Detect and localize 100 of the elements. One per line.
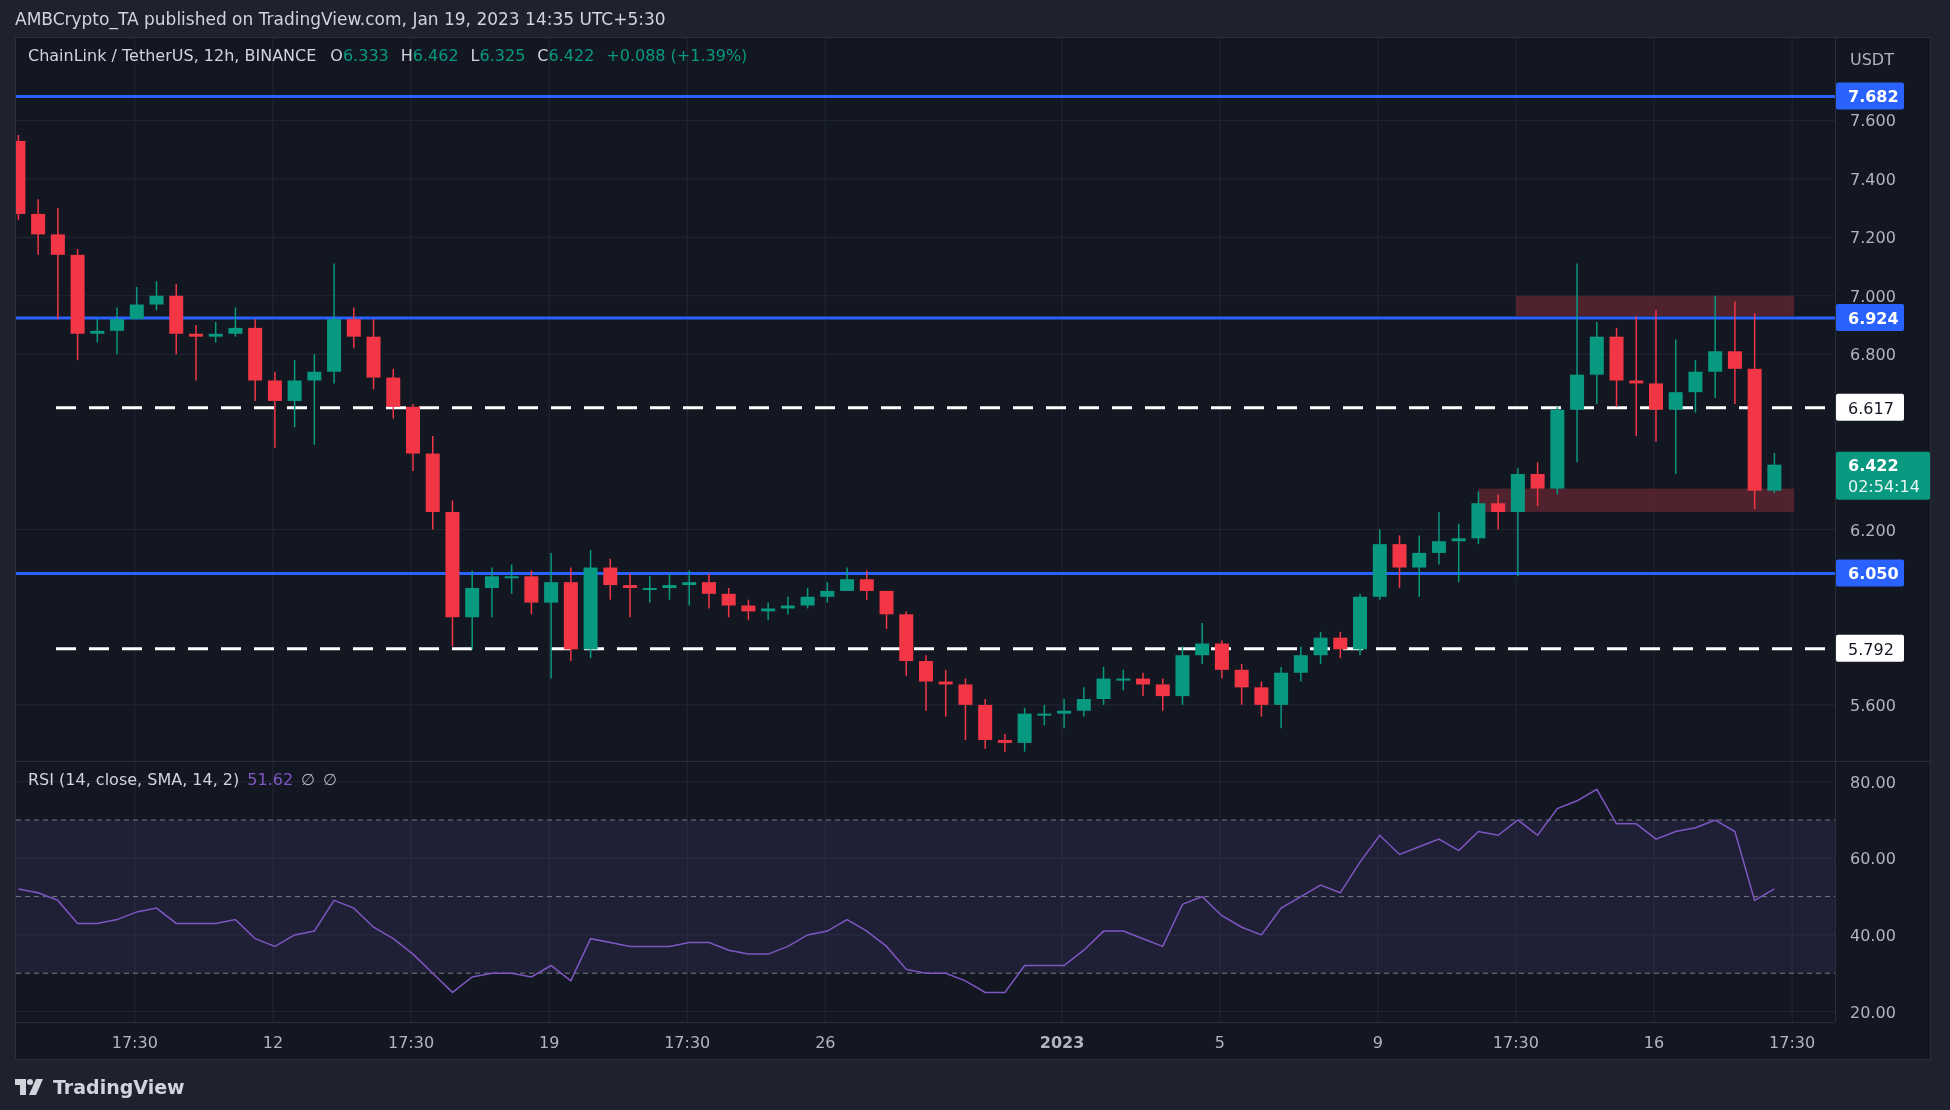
price-tag: 6.617 [1836, 393, 1904, 421]
indicator-title: RSI (14, close, SMA, 14, 2) [28, 770, 240, 789]
indicator-value: 51.62 [247, 770, 294, 789]
price-tag: 5.792 [1836, 634, 1904, 662]
candlestick [623, 572, 638, 618]
price-axis-label: 6.800 [1850, 345, 1896, 365]
time-axis-label: 17:30 [1492, 1033, 1539, 1052]
ref-line-label: 5.792 [1848, 639, 1894, 659]
candlestick [919, 654, 933, 712]
brand-name: TradingView [53, 1075, 185, 1098]
candlestick [1214, 639, 1229, 680]
candlestick [504, 563, 519, 595]
candlestick [1175, 645, 1190, 706]
candlestick [879, 590, 894, 630]
price-tag: 7.682 [1836, 82, 1904, 110]
candlestick [859, 569, 874, 601]
candlestick [1688, 359, 1703, 414]
candlestick [406, 403, 420, 472]
candlestick [1491, 493, 1506, 531]
price-axis-label: 5.600 [1850, 695, 1896, 715]
candlestick [701, 572, 716, 610]
candlestick [840, 566, 855, 592]
time-axis-label: 26 [815, 1033, 836, 1052]
indicator-extra: ∅ [301, 770, 315, 789]
candlestick [780, 596, 795, 616]
candlestick [1767, 452, 1782, 494]
candlestick [1017, 707, 1032, 753]
candlestick [662, 572, 677, 601]
candlestick [1037, 704, 1052, 727]
time-axis-label: 5 [1214, 1033, 1226, 1052]
candlestick [1155, 677, 1170, 712]
candlestick [800, 587, 815, 610]
candlestick [741, 598, 756, 621]
candlestick [938, 669, 953, 718]
price-axis-label: 7.000 [1850, 286, 1896, 306]
candlestick [1451, 522, 1466, 583]
candlestick [346, 306, 361, 350]
publisher-caption: AMBCrypto_TA published on TradingView.com, Jan 19, 2023 14:35 UTC+5:30 [15, 8, 666, 29]
candlestick [1274, 666, 1289, 729]
candlestick [228, 306, 243, 338]
rsi-axis-label: 60.00 [1850, 849, 1896, 869]
time-axis-label: 12 [262, 1033, 284, 1052]
price-axis-label: 7.600 [1850, 111, 1896, 131]
time-axis-label: 17:30 [387, 1033, 435, 1052]
price-axis-label: 7.200 [1850, 228, 1896, 248]
rsi-axis-label: 80.00 [1850, 772, 1896, 792]
time-axis-label: 17:30 [1769, 1033, 1816, 1052]
candlestick [524, 569, 539, 616]
legend-key: L [470, 46, 480, 65]
rsi-axis-label: 20.00 [1850, 1002, 1896, 1022]
candlestick [1353, 593, 1368, 656]
time-axis-label: 9 [1372, 1033, 1383, 1052]
candlestick [188, 324, 203, 382]
candlestick [366, 318, 381, 390]
legend-key: O [330, 46, 343, 65]
indicator-extra: ∅ [323, 770, 337, 789]
candlestick [958, 677, 973, 741]
candlestick [484, 566, 499, 618]
symbol-title: ChainLink / TetherUS, 12h, BINANCE [28, 46, 317, 65]
candlestick [899, 610, 914, 677]
price-tag: 6.050 [1836, 559, 1904, 587]
ref-line-label: 6.050 [1848, 564, 1899, 584]
ref-line-label: 6.924 [1848, 308, 1899, 328]
candlestick [1234, 663, 1249, 706]
candlestick [1116, 669, 1131, 692]
candlestick [208, 321, 223, 344]
price-axis-label: 6.200 [1850, 520, 1896, 540]
candlestick [721, 587, 736, 618]
legend-value: 6.325 [479, 46, 526, 65]
candlestick [1431, 511, 1446, 566]
candlestick [1076, 686, 1091, 718]
candlestick [1057, 698, 1072, 729]
current-price-tag: 6.422 02:54:14 [1836, 451, 1930, 500]
candlestick [603, 558, 618, 601]
candlestick [90, 318, 105, 344]
candlestick [1392, 534, 1407, 589]
price-axis-label: 7.400 [1850, 169, 1896, 189]
candlestick [820, 581, 835, 604]
candlestick [1313, 631, 1328, 665]
price-change: +0.088 (+1.39%) [606, 46, 748, 65]
candlestick [1293, 645, 1308, 683]
legend-key: H [400, 46, 413, 65]
candlestick [997, 733, 1012, 753]
candlestick [1254, 680, 1269, 718]
candlestick [129, 286, 144, 320]
time-axis-label: 17:30 [111, 1033, 158, 1052]
legend-value: 6.462 [412, 46, 459, 65]
candlestick [169, 283, 184, 355]
legend-value: 6.333 [342, 46, 389, 65]
rsi-axis-label: 40.00 [1850, 925, 1896, 945]
legend-value: 6.422 [548, 46, 595, 65]
candlestick [1195, 622, 1210, 665]
candlestick [682, 569, 697, 607]
tradingview-logo-icon [15, 1078, 45, 1095]
time-axis-label: 19 [538, 1033, 560, 1052]
price-tag: 6.924 [1836, 303, 1904, 331]
time-axis-label: 16 [1643, 1033, 1665, 1052]
candlestick [1136, 672, 1150, 697]
candlestick [761, 601, 776, 621]
candlestick [642, 575, 657, 604]
